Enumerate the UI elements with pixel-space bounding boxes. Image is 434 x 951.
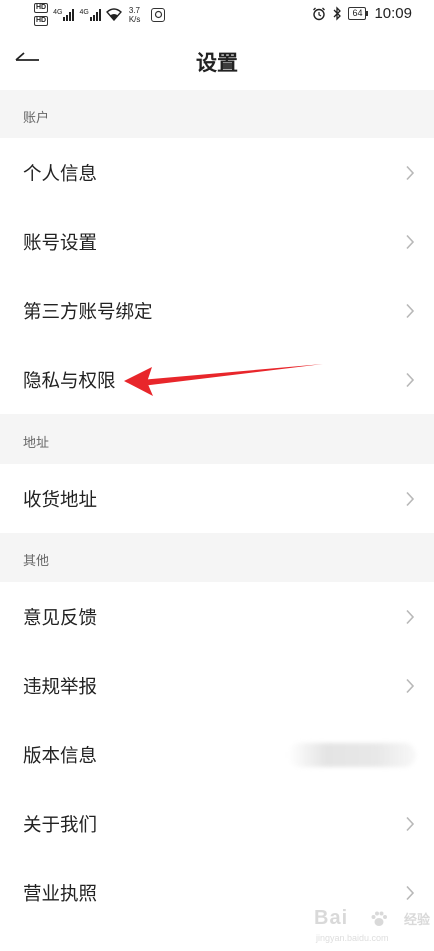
- battery-level: 64: [348, 7, 367, 20]
- chevron-right-icon: [406, 678, 415, 693]
- watermark-sub: 经验: [403, 913, 430, 928]
- settings-item-shipping-address[interactable]: 收货地址: [0, 464, 434, 533]
- status-right: 64 10:09: [312, 5, 412, 22]
- app-notification-icon: [151, 7, 166, 22]
- signal-1-icon: 4G: [53, 8, 75, 21]
- chevron-right-icon: [406, 491, 415, 506]
- section-header-other: 其他: [0, 533, 434, 582]
- hd-badge-1: HD: [34, 3, 49, 13]
- settings-item-about-us[interactable]: 关于我们: [0, 789, 434, 858]
- chevron-right-icon: [406, 816, 415, 831]
- settings-item-version-info[interactable]: 版本信息: [0, 720, 434, 789]
- settings-item-feedback[interactable]: 意见反馈: [0, 582, 434, 651]
- watermark-url: jingyan.baidu.com: [316, 933, 389, 943]
- chevron-right-icon: [406, 609, 415, 624]
- section-label-account: 账户: [23, 111, 50, 126]
- chevron-right-icon: [406, 303, 415, 318]
- item-label: 关于我们: [23, 814, 98, 836]
- network-type-1: 4G: [53, 8, 63, 16]
- clock: 10:09: [374, 5, 412, 22]
- settings-item-personal-info[interactable]: 个人信息: [0, 138, 434, 207]
- item-label: 隐私与权限: [23, 370, 116, 392]
- chevron-right-icon: [406, 885, 415, 900]
- version-value-redacted: [288, 742, 416, 767]
- paw-icon: [371, 911, 387, 926]
- page-title: 设置: [196, 51, 238, 75]
- settings-item-report-violation[interactable]: 违规举报: [0, 651, 434, 720]
- item-label: 第三方账号绑定: [23, 301, 153, 323]
- section-label-address: 地址: [23, 436, 50, 451]
- baidu-jingyan-watermark: Bai 经验 jingyan.baidu.com: [312, 907, 430, 943]
- item-label: 个人信息: [23, 163, 98, 185]
- battery-icon: 64: [348, 7, 369, 20]
- chevron-right-icon: [406, 372, 415, 387]
- hd-badge-2: HD: [34, 16, 49, 26]
- speed-value: 3.7: [128, 5, 140, 15]
- wifi-icon: [105, 8, 122, 21]
- signal-2-icon: 4G: [79, 8, 101, 21]
- status-left: HD HD 4G 4G 3.7 K/s: [34, 3, 166, 26]
- watermark-brand: Bai: [314, 907, 349, 929]
- item-label: 营业执照: [23, 883, 98, 905]
- item-label: 收货地址: [23, 489, 98, 511]
- chevron-right-icon: [406, 234, 415, 249]
- bluetooth-icon: [333, 6, 342, 21]
- settings-item-privacy-permissions[interactable]: 隐私与权限: [0, 345, 434, 414]
- app-header: 设置: [0, 30, 434, 90]
- item-label: 版本信息: [23, 745, 98, 767]
- section-header-address: 地址: [0, 414, 434, 464]
- item-label: 违规举报: [23, 676, 98, 698]
- alarm-icon: [313, 7, 326, 20]
- network-type-2: 4G: [79, 8, 89, 16]
- section-header-account: 账户: [0, 90, 434, 138]
- item-label: 意见反馈: [23, 607, 98, 629]
- settings-item-account-settings[interactable]: 账号设置: [0, 207, 434, 276]
- network-speed: 3.7 K/s: [129, 6, 141, 24]
- item-label: 账号设置: [23, 232, 98, 254]
- speed-unit: K/s: [128, 14, 141, 24]
- settings-item-third-party-binding[interactable]: 第三方账号绑定: [0, 276, 434, 345]
- status-bar: HD HD 4G 4G 3.7 K/s 64 10:09: [0, 0, 434, 30]
- section-label-other: 其他: [23, 554, 50, 569]
- sim-indicators: HD HD: [34, 3, 49, 26]
- chevron-right-icon: [406, 165, 415, 180]
